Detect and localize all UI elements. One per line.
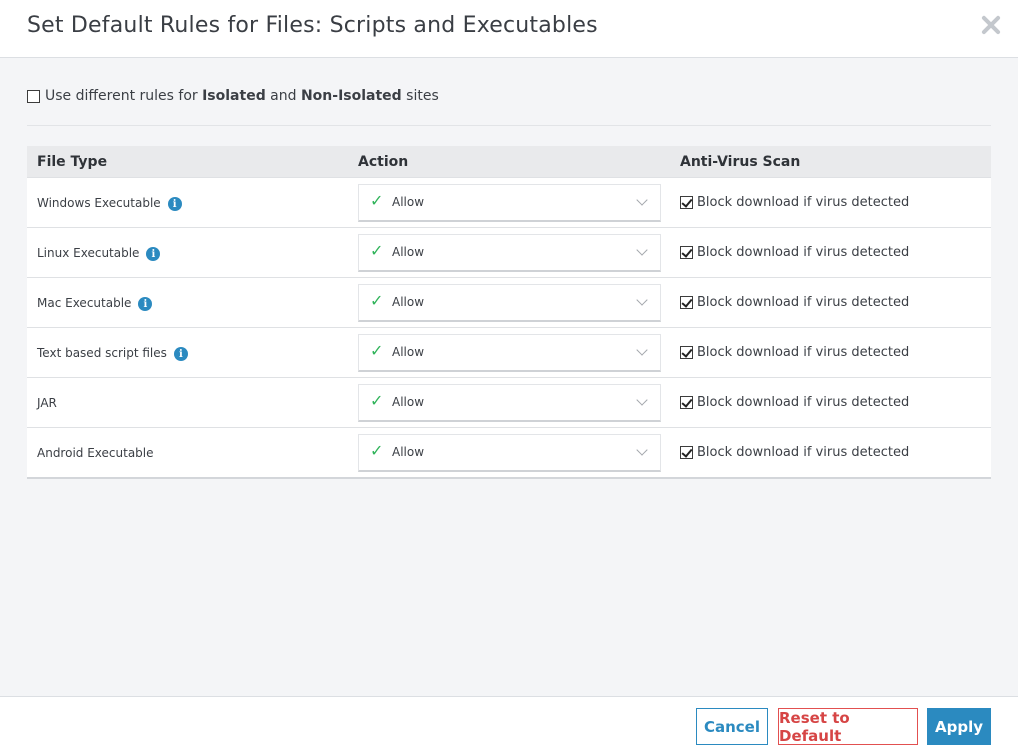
av-cell: Block download if virus detected <box>680 195 991 210</box>
check-icon: ✓ <box>370 243 384 260</box>
cancel-button[interactable]: Cancel <box>696 708 768 745</box>
av-option[interactable]: Block download if virus detected <box>680 295 991 310</box>
action-cell: ✓ Allow <box>358 183 680 222</box>
av-option[interactable]: Block download if virus detected <box>680 345 991 360</box>
different-rules-option[interactable]: Use different rules for Isolated and Non… <box>27 88 439 104</box>
check-icon: ✓ <box>370 343 384 360</box>
action-cell: ✓ Allow <box>358 233 680 272</box>
file-type-label: Mac Executable <box>37 295 132 310</box>
table-row: Android Executable ✓ Allow Block download i… <box>27 427 991 477</box>
table-header: File Type Action Anti-Virus Scan <box>27 146 991 177</box>
file-type-cell: Text based script files i <box>27 344 358 361</box>
info-icon[interactable]: i <box>173 347 188 361</box>
file-type-label: Android Executable <box>37 445 154 460</box>
action-value: Allow <box>392 195 425 209</box>
av-label: Block download if virus detected <box>697 245 910 260</box>
av-option[interactable]: Block download if virus detected <box>680 245 991 260</box>
action-value: Allow <box>392 245 425 259</box>
file-type-label: JAR <box>37 395 57 410</box>
table-row: JAR ✓ Allow Block download if virus detecte… <box>27 377 991 427</box>
action-value: Allow <box>392 345 425 359</box>
av-label: Block download if virus detected <box>697 395 910 410</box>
av-checkbox[interactable] <box>680 396 693 409</box>
action-cell: ✓ Allow <box>358 283 680 322</box>
av-checkbox[interactable] <box>680 446 693 459</box>
action-value: Allow <box>392 445 425 459</box>
file-type-cell: Linux Executable i <box>27 244 358 261</box>
av-label: Block download if virus detected <box>697 195 910 210</box>
table-row: Text based script files i ✓ Allow Block down… <box>27 327 991 377</box>
dialog: Set Default Rules for Files: Scripts and… <box>0 0 1018 756</box>
av-cell: Block download if virus detected <box>680 395 991 410</box>
rules-table: File Type Action Anti-Virus Scan Windows… <box>27 146 991 479</box>
check-icon: ✓ <box>370 293 384 310</box>
header-anti-virus-scan: Anti-Virus Scan <box>680 153 801 170</box>
av-label: Block download if virus detected <box>697 445 910 460</box>
check-icon: ✓ <box>370 443 384 460</box>
action-cell: ✓ Allow <box>358 433 680 472</box>
reset-to-default-button[interactable]: Reset to Default <box>778 708 918 745</box>
action-value: Allow <box>392 395 425 409</box>
file-type-cell: Android Executable <box>27 446 358 460</box>
av-checkbox[interactable] <box>680 246 693 259</box>
table-row: Mac Executable i ✓ Allow Block download if v… <box>27 277 991 327</box>
action-select[interactable]: ✓ Allow <box>358 283 661 322</box>
av-checkbox[interactable] <box>680 346 693 359</box>
check-icon: ✓ <box>370 393 384 410</box>
action-select[interactable]: ✓ Allow <box>358 383 661 422</box>
action-select[interactable]: ✓ Allow <box>358 433 661 472</box>
av-cell: Block download if virus detected <box>680 345 991 360</box>
info-icon[interactable]: i <box>146 247 161 261</box>
av-label: Block download if virus detected <box>697 295 910 310</box>
header-file-type: File Type <box>37 153 108 170</box>
table-row: Windows Executable i ✓ Allow Block download … <box>27 177 991 227</box>
info-icon[interactable]: i <box>138 297 153 311</box>
av-option[interactable]: Block download if virus detected <box>680 195 991 210</box>
apply-button[interactable]: Apply <box>927 708 991 745</box>
action-select[interactable]: ✓ Allow <box>358 233 661 272</box>
file-type-cell: Windows Executable i <box>27 194 358 211</box>
av-cell: Block download if virus detected <box>680 445 991 460</box>
av-label: Block download if virus detected <box>697 345 910 360</box>
action-select[interactable]: ✓ Allow <box>358 333 661 372</box>
check-icon: ✓ <box>370 193 384 210</box>
chevron-down-icon <box>636 343 648 356</box>
dialog-title: Set Default Rules for Files: Scripts and… <box>27 13 598 38</box>
different-rules-label: Use different rules for Isolated and Non… <box>45 88 439 104</box>
av-option[interactable]: Block download if virus detected <box>680 445 991 460</box>
divider <box>27 125 991 126</box>
action-cell: ✓ Allow <box>358 333 680 372</box>
dialog-footer: Cancel Reset to Default Apply <box>0 696 1018 756</box>
table-row: Linux Executable i ✓ Allow Block download if… <box>27 227 991 277</box>
file-type-label: Linux Executable <box>37 245 140 260</box>
header-action: Action <box>358 153 409 170</box>
av-option[interactable]: Block download if virus detected <box>680 395 991 410</box>
different-rules-checkbox[interactable] <box>27 89 40 103</box>
av-cell: Block download if virus detected <box>680 245 991 260</box>
file-type-cell: Mac Executable i <box>27 294 358 311</box>
av-checkbox[interactable] <box>680 196 693 209</box>
dialog-header: Set Default Rules for Files: Scripts and… <box>0 0 1018 58</box>
chevron-down-icon <box>636 443 648 456</box>
info-icon[interactable]: i <box>167 197 182 211</box>
chevron-down-icon <box>636 293 648 306</box>
action-cell: ✓ Allow <box>358 383 680 422</box>
file-type-cell: JAR <box>27 396 358 410</box>
av-cell: Block download if virus detected <box>680 295 991 310</box>
close-icon[interactable] <box>980 14 1002 36</box>
file-type-label: Text based script files <box>37 345 167 360</box>
file-type-label: Windows Executable <box>37 195 161 210</box>
chevron-down-icon <box>636 393 648 406</box>
action-select[interactable]: ✓ Allow <box>358 183 661 222</box>
av-checkbox[interactable] <box>680 296 693 309</box>
action-value: Allow <box>392 295 425 309</box>
chevron-down-icon <box>636 193 648 206</box>
chevron-down-icon <box>636 243 648 256</box>
